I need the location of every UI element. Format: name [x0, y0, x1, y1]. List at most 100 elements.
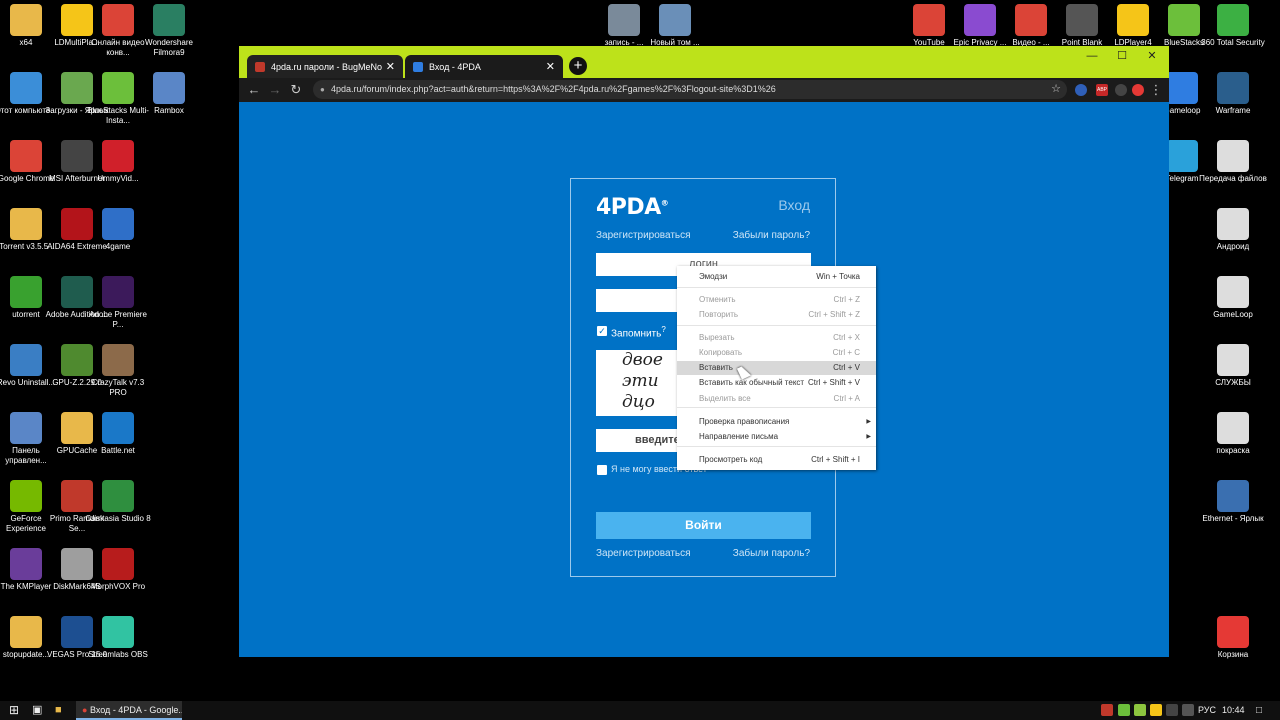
- desktop-shortcut[interactable]: 4game: [84, 208, 152, 252]
- taskbar-chrome-window[interactable]: ● Вход - 4PDA - Google...: [76, 701, 182, 720]
- tray-icon-2[interactable]: [1118, 704, 1130, 716]
- context-menu-item[interactable]: Эмодзи Win + Точка: [677, 270, 876, 284]
- desktop-shortcut[interactable]: Camtasia Studio 8: [84, 480, 152, 524]
- forward-button[interactable]: →: [266, 81, 284, 99]
- desktop-shortcut-label: Передача файлов: [1199, 174, 1267, 183]
- desktop-shortcut[interactable]: Streamlabs OBS: [84, 616, 152, 660]
- context-menu-item: Отменить Ctrl + Z: [677, 293, 876, 307]
- tray-icon-3[interactable]: [1134, 704, 1146, 716]
- desktop-shortcut[interactable]: Новый том ...: [641, 4, 709, 48]
- rambox-icon: [153, 72, 185, 104]
- taskbar: ⊞ ▣ ■ ● Вход - 4PDA - Google... РУС 10:4…: [0, 701, 1280, 720]
- forgot-password-link-bottom[interactable]: Забыли пароль?: [733, 548, 810, 559]
- new-tab-button[interactable]: +: [569, 57, 587, 75]
- tab-bugmenot[interactable]: 4pda.ru пароли - BugMeNot ✕: [247, 55, 403, 78]
- desktop-shortcut[interactable]: Корзина: [1199, 616, 1267, 660]
- desktop-shortcut[interactable]: СЛУЖБЫ: [1199, 344, 1267, 388]
- document-icon: [1217, 344, 1249, 376]
- context-menu-item[interactable]: Просмотреть код Ctrl + Shift + I: [677, 453, 876, 467]
- document-icon: [1217, 208, 1249, 240]
- extension-globe-icon[interactable]: [1075, 84, 1087, 96]
- language-indicator[interactable]: РУС: [1198, 701, 1216, 720]
- forgot-password-link-top[interactable]: Забыли пароль?: [733, 230, 810, 241]
- chrome-menu-icon[interactable]: ⋮: [1147, 81, 1165, 99]
- desktop-shortcut[interactable]: MorphVOX Pro: [84, 548, 152, 592]
- desktop-shortcut[interactable]: UmmyVid...: [84, 140, 152, 184]
- menu-item-label: Повторить: [699, 310, 739, 319]
- desktop-shortcut[interactable]: покраска: [1199, 412, 1267, 456]
- camtasia-icon: [102, 480, 134, 512]
- submenu-arrow-icon: ▶: [866, 434, 871, 440]
- tray-icon-1[interactable]: [1101, 704, 1113, 716]
- menu-item-label: Вырезать: [699, 333, 735, 342]
- desktop-shortcut-label: Корзина: [1217, 650, 1249, 659]
- clock[interactable]: 10:44: [1222, 701, 1245, 720]
- address-bar[interactable]: ● 4pda.ru/forum/index.php?act=auth&retur…: [313, 80, 1067, 99]
- utorrent-icon: [10, 276, 42, 308]
- context-menu-item: Выделить все Ctrl + A: [677, 392, 876, 406]
- task-view-icon[interactable]: ▣: [32, 701, 42, 720]
- network-tray-icon[interactable]: [1166, 704, 1178, 716]
- desktop-shortcut[interactable]: 360 Total Security: [1199, 4, 1267, 48]
- register-link-top[interactable]: Зарегистрироваться: [596, 230, 691, 241]
- chrome-video-icon: [1015, 4, 1047, 36]
- menu-item-shortcut: Ctrl + Z: [833, 295, 860, 304]
- desktop-shortcut-label: 360 Total Security: [1201, 38, 1265, 47]
- context-menu-item[interactable]: Проверка правописания ▶: [677, 415, 876, 429]
- streamlabs-icon: [102, 616, 134, 648]
- context-menu-item[interactable]: Вставить Ctrl + V: [677, 361, 876, 375]
- desktop-shortcut-label: Warframe: [1215, 106, 1251, 115]
- remember-label: Запомнить?: [611, 325, 666, 340]
- desktop-shortcut-label: Adobe Premiere P...: [89, 310, 147, 329]
- desktop-shortcut[interactable]: Warframe: [1199, 72, 1267, 116]
- remember-checkbox[interactable]: ✓: [597, 326, 607, 336]
- desktop-shortcut[interactable]: Rambox: [135, 72, 203, 116]
- filmora-icon: [153, 4, 185, 36]
- desktop-shortcut[interactable]: Передача файлов: [1199, 140, 1267, 184]
- notifications-icon[interactable]: □: [1256, 701, 1262, 720]
- volume-tray-icon[interactable]: [1182, 704, 1194, 716]
- desktop-shortcut[interactable]: Wondershare Filmora9: [135, 4, 203, 58]
- desktop-shortcut[interactable]: CrazyTalk v7.3 PRO: [84, 344, 152, 398]
- desktop-shortcut[interactable]: Андроид: [1199, 208, 1267, 252]
- menu-separator: [677, 446, 876, 447]
- cant-enter-checkbox[interactable]: [597, 465, 607, 475]
- tab-close-icon[interactable]: ✕: [546, 60, 555, 73]
- reload-button[interactable]: ↻: [287, 81, 305, 99]
- back-button[interactable]: ←: [245, 81, 263, 99]
- login-submit-button[interactable]: Войти: [596, 512, 811, 539]
- minimize-button[interactable]: —: [1077, 46, 1107, 66]
- maximize-button[interactable]: ☐: [1107, 46, 1137, 66]
- login-title: Вход: [778, 197, 810, 213]
- start-windows-icon[interactable]: ⊞: [9, 701, 19, 720]
- extension-icon[interactable]: [1115, 84, 1127, 96]
- 4pda-logo: 4PDA®: [596, 195, 669, 220]
- epic-browser-icon: [964, 4, 996, 36]
- desktop-shortcut[interactable]: Battle.net: [84, 412, 152, 456]
- register-link-bottom[interactable]: Зарегистрироваться: [596, 548, 691, 559]
- menu-item-label: Просмотреть код: [699, 455, 763, 464]
- desktop-shortcut[interactable]: Ethernet - Ярлык: [1199, 480, 1267, 524]
- tray-icon-4[interactable]: [1150, 704, 1162, 716]
- bookmark-star-icon[interactable]: ☆: [1051, 80, 1061, 99]
- crazytalk-icon: [102, 344, 134, 376]
- tab-title: 4pda.ru пароли - BugMeNot: [271, 61, 382, 72]
- file-explorer-icon[interactable]: ■: [55, 701, 62, 720]
- menu-item-shortcut: Win + Точка: [816, 272, 860, 281]
- taskbar-window-title: Вход - 4PDA - Google...: [89, 705, 182, 715]
- chrome-youtube-icon: [913, 4, 945, 36]
- bluestacks-icon: [1168, 4, 1200, 36]
- desktop-shortcut[interactable]: GameLoop: [1199, 276, 1267, 320]
- context-menu-item[interactable]: Вставить как обычный текст Ctrl + Shift +…: [677, 376, 876, 390]
- remember-help[interactable]: ?: [661, 325, 665, 334]
- profile-avatar-icon[interactable]: [1132, 84, 1144, 96]
- drive-icon: [659, 4, 691, 36]
- adblock-extension-icon[interactable]: ABP: [1096, 84, 1108, 96]
- tab-4pda-login[interactable]: Вход - 4PDA ✕: [405, 55, 563, 78]
- desktop-shortcut[interactable]: Adobe Premiere P...: [84, 276, 152, 330]
- tab-close-icon[interactable]: ✕: [386, 60, 395, 73]
- close-window-button[interactable]: ✕: [1137, 46, 1167, 66]
- context-menu-item: Копировать Ctrl + C: [677, 346, 876, 360]
- context-menu-item[interactable]: Направление письма ▶: [677, 430, 876, 444]
- desktop-shortcut-label: MorphVOX Pro: [90, 582, 146, 591]
